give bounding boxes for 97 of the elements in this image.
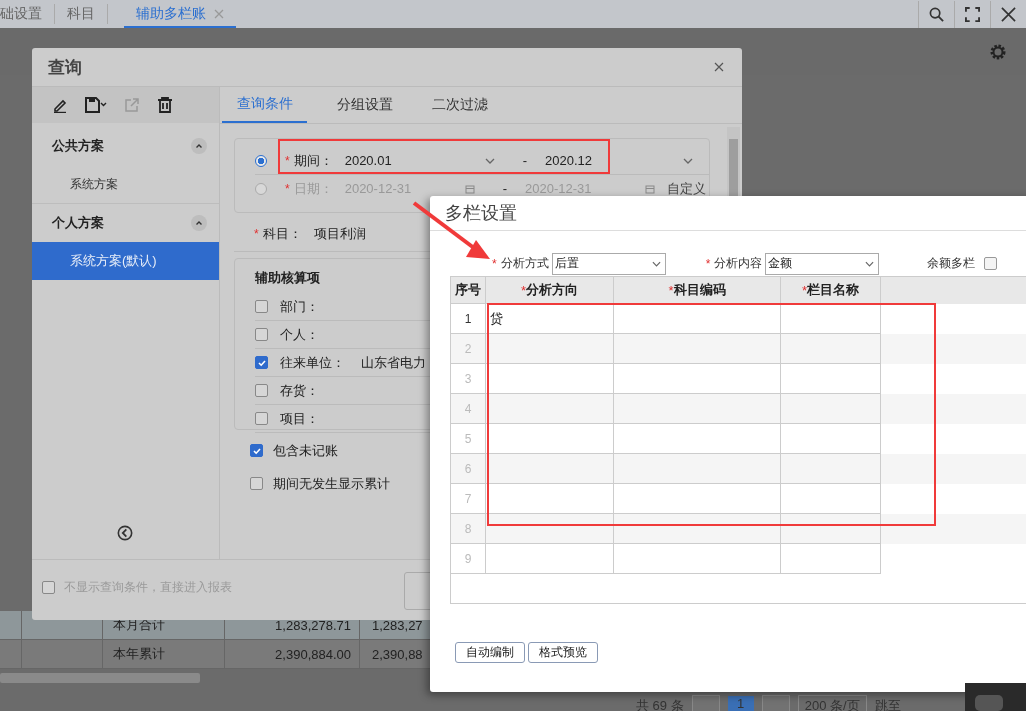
previous-page-button[interactable]	[691, 695, 720, 711]
panel-title: 辅助核算项	[255, 269, 320, 287]
table-cell[interactable]	[614, 454, 781, 484]
table-cell: 2,390,884.00	[225, 640, 360, 668]
required-mark: *	[254, 227, 259, 241]
scheme-item[interactable]: 系统方案	[32, 165, 219, 203]
checkbox-label: 包含未记账	[273, 441, 338, 460]
field-value[interactable]: 山东省电力	[361, 353, 426, 372]
checkbox[interactable]	[255, 384, 268, 397]
table-cell[interactable]	[486, 514, 614, 544]
chevron-down-icon[interactable]	[651, 260, 661, 267]
checkbox[interactable]	[250, 444, 263, 457]
table-cell[interactable]	[781, 334, 881, 364]
tab[interactable]: 分组设置	[317, 87, 412, 123]
dialog-title: 多栏设置	[430, 196, 1026, 231]
period-select[interactable]: 2020.12	[545, 153, 693, 168]
next-page-button[interactable]	[761, 695, 790, 711]
table-cell[interactable]	[781, 394, 881, 424]
checkbox[interactable]	[984, 257, 998, 270]
checkbox[interactable]	[255, 412, 268, 425]
required-mark: *	[285, 153, 290, 168]
separator: -	[502, 181, 507, 196]
table-cell[interactable]	[614, 334, 781, 364]
table-cell[interactable]	[781, 544, 881, 574]
field-label: 分析内容	[714, 255, 763, 272]
checkbox[interactable]	[42, 580, 55, 594]
radio-button[interactable]	[255, 182, 267, 195]
checkbox[interactable]	[255, 356, 268, 369]
column-title: 栏目名称	[807, 281, 860, 299]
scheme-item[interactable]: 系统方案(默认)	[32, 242, 219, 280]
checkbox[interactable]	[255, 300, 268, 313]
save-icon[interactable]	[85, 97, 107, 113]
chevron-down-icon[interactable]	[683, 157, 693, 164]
mode-select[interactable]: 自定义	[667, 179, 706, 198]
dropdown[interactable]: 后置	[551, 252, 666, 275]
row-number: 8	[451, 514, 486, 544]
column-title: 科目编码	[673, 281, 726, 299]
radio-button[interactable]	[255, 154, 267, 167]
tab[interactable]: 二次过滤	[412, 87, 507, 123]
export-icon[interactable]	[124, 97, 140, 113]
required-mark: *	[492, 256, 497, 271]
table-cell[interactable]	[614, 514, 781, 544]
dialog-title: 查询	[48, 56, 82, 79]
period-select[interactable]: 2020.01	[344, 153, 495, 168]
separator: -	[522, 153, 527, 168]
column-title: 分析方向	[526, 281, 579, 299]
delete-icon[interactable]	[157, 97, 173, 113]
required-mark: *	[705, 256, 711, 271]
row-number: 4	[451, 394, 486, 424]
row-number: 9	[451, 544, 486, 574]
table-cell[interactable]	[781, 454, 881, 484]
checkbox[interactable]	[250, 477, 263, 490]
section-title: 个人方案	[52, 214, 104, 232]
table-cell[interactable]	[614, 394, 781, 424]
table-cell: 本年累计	[103, 640, 225, 668]
checkbox-label: 个人：	[280, 325, 319, 344]
video-player-widget[interactable]	[965, 683, 1026, 711]
checkbox[interactable]	[255, 328, 268, 341]
table-cell-text: 2,390,88	[371, 645, 424, 664]
scrollbar[interactable]	[0, 673, 200, 683]
table-cell[interactable]	[781, 514, 881, 544]
required-mark: *	[668, 282, 674, 298]
checkbox-label: 余额多栏	[927, 255, 976, 272]
action-button[interactable]: 自动编制	[455, 642, 525, 663]
field-label: 科目：	[262, 225, 302, 243]
table-cell[interactable]	[486, 334, 614, 364]
row-number: 6	[451, 454, 486, 484]
checkbox-label: 期间无发生显示累计	[273, 474, 390, 493]
table-cell[interactable]	[486, 394, 614, 424]
field-label: 期间：	[293, 151, 333, 170]
section-title: 公共方案	[52, 137, 104, 155]
table-cell[interactable]	[614, 544, 781, 574]
required-mark: *	[285, 181, 290, 196]
table-cell[interactable]	[486, 454, 614, 484]
checkbox-label: 往来单位：	[280, 353, 345, 372]
collapse-panel-icon[interactable]	[116, 525, 133, 541]
row-number: 2	[451, 334, 486, 364]
calendar-icon[interactable]	[464, 183, 475, 194]
column-title: 序号	[455, 281, 481, 299]
required-mark: *	[520, 282, 527, 298]
table-cell[interactable]	[486, 544, 614, 574]
edit-icon[interactable]	[52, 97, 68, 113]
checkbox-label: 部门：	[280, 297, 319, 316]
table-cell-text: 1,283,27	[371, 616, 424, 635]
required-mark: *	[801, 282, 808, 298]
action-button[interactable]: 格式预览	[528, 642, 598, 663]
chevron-down-icon[interactable]	[484, 157, 495, 164]
collapse-button[interactable]	[191, 215, 207, 231]
chevron-down-icon[interactable]	[865, 260, 875, 267]
subject-value[interactable]: 项目利润	[313, 225, 366, 243]
collapse-button[interactable]	[191, 138, 207, 154]
calendar-icon[interactable]	[645, 183, 655, 194]
field-label: 分析方式	[500, 255, 549, 272]
dropdown[interactable]: 金额	[765, 252, 880, 275]
checkbox-label: 存货：	[280, 381, 319, 400]
checkbox-label: 项目：	[280, 409, 319, 428]
close-icon[interactable]	[714, 62, 724, 72]
